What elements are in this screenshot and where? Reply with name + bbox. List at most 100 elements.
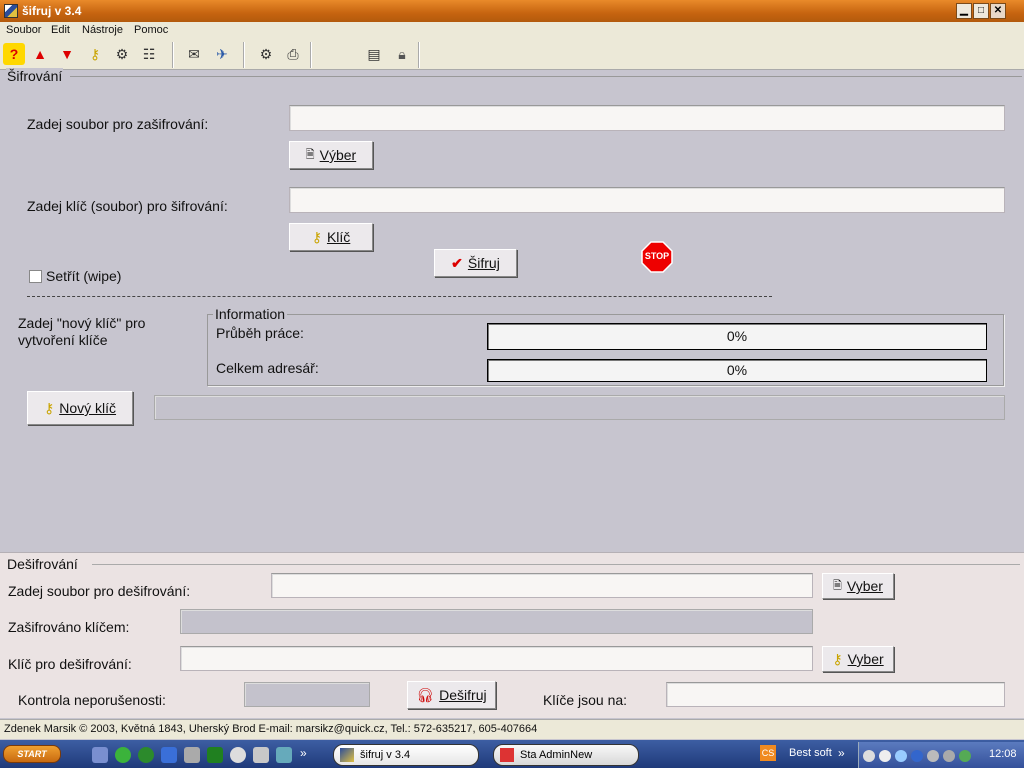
decrypt-button-label: Dešifruj xyxy=(439,687,487,703)
toolbar: ? ▲ ▼ ⚷ ⚙ ☷ ✉ ✈ ⚙ ⎙ ▤ 🔒︎ xyxy=(0,40,1024,70)
key-button[interactable]: ⚷ Klíč xyxy=(289,223,373,251)
quicklaunch-tool-icon[interactable] xyxy=(184,747,200,763)
menu-soubor[interactable]: Soubor xyxy=(6,24,41,36)
stop-button[interactable]: STOP xyxy=(641,241,673,273)
start-button[interactable]: START xyxy=(3,745,61,763)
select-decrypt-file-button[interactable]: 🗎 Vyber xyxy=(822,573,894,599)
toolbar-more-icon[interactable]: » xyxy=(838,746,845,760)
stop-label: STOP xyxy=(644,251,670,261)
quicklaunch-globe-icon[interactable] xyxy=(138,747,154,763)
key-icon: ⚷ xyxy=(43,399,55,416)
total-directory-bar: 0% xyxy=(487,359,987,382)
key-icon[interactable]: ⚷ xyxy=(84,43,106,65)
encrypted-with-key-field xyxy=(180,609,813,634)
key-icon: ⚷ xyxy=(311,228,322,245)
taskbar: START » šifruj v 3.4 Sta AdminNew CS Bes… xyxy=(0,740,1024,768)
encryption-section-title: Šifrování xyxy=(6,68,64,84)
toolbar-separator xyxy=(310,42,312,68)
tray-eyes-icon[interactable] xyxy=(879,750,891,762)
decryption-panel: Dešifrování Zadej soubor pro dešifrování… xyxy=(0,552,1024,718)
select-decrypt-file-button-label: Vyber xyxy=(846,578,883,594)
quicklaunch-more-icon[interactable]: » xyxy=(300,746,307,760)
encryption-key-input[interactable] xyxy=(289,187,1005,213)
task-adminnew[interactable]: Sta AdminNew xyxy=(493,744,639,766)
decryption-section-title: Dešifrování xyxy=(6,556,79,572)
select-file-button-label: Výber xyxy=(319,147,357,163)
file-to-encrypt-label: Zadej soubor pro zašifrování: xyxy=(27,116,209,132)
quicklaunch-refresh-icon[interactable] xyxy=(115,747,131,763)
arrow-up-icon[interactable]: ▲ xyxy=(29,43,51,65)
decrypt-button[interactable]: 🎧︎ Dešifruj xyxy=(407,681,496,709)
language-indicator[interactable]: CS xyxy=(760,745,776,761)
new-key-button[interactable]: ⚷ Nový klíč xyxy=(27,391,133,425)
toolbar-separator xyxy=(172,42,174,68)
keys-location-label: Klíče jsou na: xyxy=(543,692,628,708)
file-to-encrypt-input[interactable] xyxy=(289,105,1005,131)
new-key-input[interactable] xyxy=(154,395,1005,420)
menu-edit[interactable]: Edit xyxy=(51,24,70,36)
encryption-key-label: Zadej klíč (soubor) pro šifrování: xyxy=(27,198,228,214)
tray-back-icon[interactable] xyxy=(863,750,875,762)
tray-messenger-icon[interactable] xyxy=(911,750,923,762)
quicklaunch-ie-icon[interactable] xyxy=(161,747,177,763)
tray-network-icon[interactable] xyxy=(895,750,907,762)
keys-location-input[interactable] xyxy=(666,682,1005,707)
task-sifruj-icon xyxy=(340,748,354,762)
quicklaunch-desktop-icon[interactable] xyxy=(92,747,108,763)
window-title: šifruj v 3.4 xyxy=(22,4,82,18)
integrity-check-field xyxy=(244,682,370,707)
mail-icon[interactable]: ✉ xyxy=(183,43,205,65)
help-icon[interactable]: ? xyxy=(3,43,25,65)
mail-send-icon[interactable]: ✈ xyxy=(211,43,233,65)
select-key-button[interactable]: ⚷ Vyber xyxy=(822,646,894,672)
select-key-button-label: Vyber xyxy=(847,651,884,667)
clock: 12:08 xyxy=(989,748,1017,760)
printer-icon[interactable]: ⎙ xyxy=(282,43,304,65)
maximize-button[interactable]: □ xyxy=(973,3,989,19)
lock-icon[interactable]: 🔒︎ xyxy=(391,43,413,65)
tree-icon[interactable]: ☷ xyxy=(138,43,160,65)
dashed-separator xyxy=(27,296,772,297)
close-button[interactable]: ✕ xyxy=(990,3,1006,19)
status-footer: Zdenek Marsik © 2003, Květná 1843, Uhers… xyxy=(0,719,1024,739)
gears-icon[interactable]: ⚙ xyxy=(111,43,133,65)
select-file-button[interactable]: 🗎 Výber xyxy=(289,141,373,169)
menu-bar: Soubor Edit Nástroje Pomoc xyxy=(0,22,1024,40)
wipe-checkbox[interactable] xyxy=(29,270,42,283)
arrow-down-icon[interactable]: ▼ xyxy=(56,43,78,65)
progress-label: Průběh práce: xyxy=(216,325,304,341)
decryption-key-input[interactable] xyxy=(180,646,813,671)
notes-icon[interactable]: ▤ xyxy=(363,43,385,65)
file-to-decrypt-input[interactable] xyxy=(271,573,813,598)
task-sifruj[interactable]: šifruj v 3.4 xyxy=(333,744,479,766)
tray-monitor-icon[interactable] xyxy=(927,750,939,762)
tray-volume-icon[interactable] xyxy=(943,750,955,762)
minimize-button[interactable]: ▁ xyxy=(956,3,972,19)
decryption-key-label: Klíč pro dešifrování: xyxy=(8,656,132,672)
key-button-label: Klíč xyxy=(326,229,351,245)
wipe-label: Setřít (wipe) xyxy=(46,268,122,284)
menu-pomoc[interactable]: Pomoc xyxy=(134,24,168,36)
quicklaunch-folder-icon[interactable] xyxy=(276,747,292,763)
best-soft-toolbar[interactable]: Best soft xyxy=(789,747,832,759)
headphones-icon: 🎧︎ xyxy=(416,686,435,703)
app-icon[interactable] xyxy=(4,4,18,18)
quicklaunch-app-icon[interactable] xyxy=(207,747,223,763)
document-icon: 🗎 xyxy=(833,579,842,592)
task-adminnew-icon xyxy=(500,748,514,762)
section-divider xyxy=(70,76,1022,77)
tray-shield-icon[interactable] xyxy=(959,750,971,762)
document-icon: 🗎 xyxy=(305,148,315,161)
menu-nastroje[interactable]: Nástroje xyxy=(82,24,123,36)
network-icon[interactable]: ⚙ xyxy=(255,43,277,65)
encrypt-button[interactable]: ✔ Šifruj xyxy=(434,249,517,277)
toolbar-separator xyxy=(418,42,420,68)
progress-bar: 0% xyxy=(487,323,987,350)
new-key-button-label: Nový klíč xyxy=(59,400,117,416)
system-tray: 12:08 xyxy=(858,742,1024,768)
quicklaunch-media-icon[interactable] xyxy=(230,747,246,763)
file-to-decrypt-label: Zadej soubor pro dešifrování: xyxy=(8,583,191,599)
title-bar[interactable]: šifruj v 3.4 ▁ □ ✕ xyxy=(0,0,1024,22)
quicklaunch-satellite-icon[interactable] xyxy=(253,747,269,763)
encryption-panel: Šifrování Zadej soubor pro zašifrování: … xyxy=(0,68,1024,552)
